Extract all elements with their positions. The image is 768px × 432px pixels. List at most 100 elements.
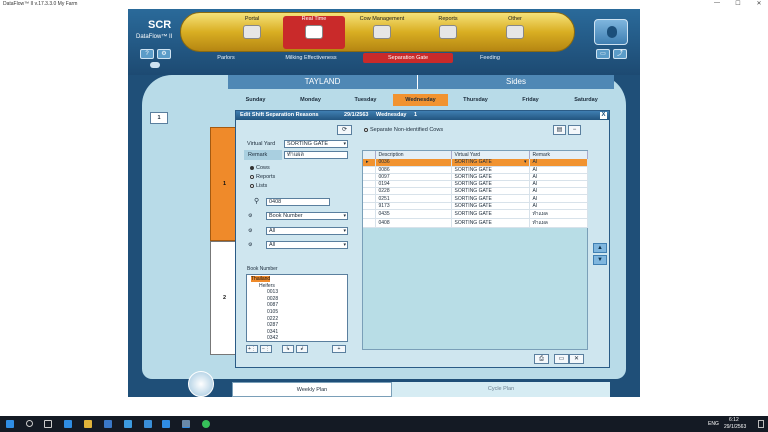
cell-virtual-yard[interactable]: SORTING GATE ▾ [451, 159, 530, 167]
line-icon[interactable] [202, 420, 210, 428]
collapse-all-button[interactable]: −⋮ [260, 345, 272, 353]
row-selector[interactable] [363, 209, 376, 219]
cell-virtual-yard[interactable]: SORTING GATE [451, 202, 530, 210]
edge-icon[interactable] [64, 420, 72, 428]
tree-node[interactable]: 0341 [267, 329, 278, 335]
minimize-button[interactable]: — [710, 0, 724, 6]
subtab-milking-effectiveness[interactable]: Milking Effectiveness [266, 53, 356, 63]
day-thursday[interactable]: Thursday [448, 94, 503, 106]
table-row[interactable]: 0435 SORTING GATE ทำแผล [363, 209, 588, 219]
page-chip[interactable]: 1 [150, 112, 168, 124]
table-row[interactable]: 0194 SORTING GATE AI [363, 180, 588, 189]
cell-description[interactable]: 0086 [375, 166, 452, 174]
row-selector[interactable] [363, 218, 376, 228]
radio-reports[interactable]: Reports [250, 174, 275, 180]
radio-cows[interactable]: Cows [250, 165, 270, 171]
cell-description[interactable]: 0036 [375, 159, 452, 167]
cell-virtual-yard[interactable]: SORTING GATE [451, 218, 530, 228]
row-selector[interactable] [363, 166, 376, 174]
shift-1-cell[interactable]: 1 [210, 127, 237, 241]
print-button[interactable]: ▭ [554, 354, 569, 364]
table-row[interactable]: 0086 SORTING GATE AI [363, 166, 588, 174]
row-selector[interactable] [363, 194, 376, 203]
tree-node[interactable]: 0287 [267, 322, 278, 328]
settings-icon[interactable]: ⚙ [157, 49, 171, 59]
cell-description[interactable]: 0228 [375, 187, 452, 196]
nav-tab-portal[interactable]: Portal [221, 16, 283, 49]
tree-node[interactable]: Thailand [251, 276, 271, 282]
row-selector[interactable] [363, 202, 376, 210]
chevron-down-icon[interactable]: ▾ [524, 159, 527, 165]
cell-description[interactable]: 0251 [375, 194, 452, 203]
expand-all-button[interactable]: +⋮ [246, 345, 258, 353]
table-row[interactable]: 0408 SORTING GATE ทำแผล [363, 218, 588, 228]
store-icon[interactable] [104, 420, 112, 428]
remove-button[interactable]: − [568, 125, 581, 135]
cell-description[interactable]: 0097 [375, 173, 452, 182]
cell-virtual-yard[interactable]: SORTING GATE [451, 209, 530, 219]
window-icon[interactable]: ▭ [596, 49, 610, 59]
search-input[interactable]: 0408 [266, 198, 330, 206]
notification-icon[interactable] [758, 420, 764, 428]
task-view-icon[interactable] [44, 420, 52, 428]
tree-node[interactable]: 0013 [267, 289, 278, 295]
cell-remark[interactable]: AI [529, 194, 588, 203]
cancel-button[interactable]: ✕ [569, 354, 584, 364]
save-button[interactable]: ⎙ [534, 354, 549, 364]
cell-virtual-yard[interactable]: SORTING GATE [451, 180, 530, 189]
mail-icon[interactable] [124, 420, 132, 428]
cell-remark[interactable]: ทำแผล [529, 218, 588, 228]
select-button[interactable]: ↳ [282, 345, 294, 353]
deselect-button[interactable]: ↲ [296, 345, 308, 353]
cell-remark[interactable]: AI [529, 166, 588, 174]
cell-virtual-yard[interactable]: SORTING GATE [451, 173, 530, 182]
refresh-button[interactable]: ⟳ [337, 125, 352, 135]
lock-button[interactable] [594, 19, 628, 45]
day-friday[interactable]: Friday [503, 94, 558, 106]
cell-remark[interactable]: AI [529, 159, 588, 167]
cell-remark[interactable]: AI [529, 180, 588, 189]
maximize-button[interactable]: ☐ [731, 0, 745, 7]
filter-select-2[interactable]: All ▾ [266, 241, 348, 249]
subtab-separation-gate[interactable]: Separation Gate [363, 53, 453, 63]
row-selector[interactable] [363, 180, 376, 189]
table-row[interactable]: 0228 SORTING GATE AI [363, 187, 588, 196]
shift-2-cell[interactable]: 2 [210, 241, 237, 355]
tree-node[interactable]: 0105 [267, 309, 278, 315]
virtual-yard-select[interactable]: SORTING GATE ▾ [284, 140, 348, 148]
help-icon[interactable]: ? [140, 49, 154, 59]
yard-sides[interactable]: Sides [418, 75, 614, 89]
cell-remark[interactable]: AI [529, 173, 588, 182]
header-remark[interactable]: Remark [529, 151, 588, 159]
nav-tab-other[interactable]: Other [484, 16, 546, 49]
table-row[interactable]: 0097 SORTING GATE AI [363, 173, 588, 182]
tab-cycle-plan[interactable]: Cycle Plan [392, 382, 610, 397]
row-selector[interactable] [363, 173, 376, 182]
day-wednesday[interactable]: Wednesday [393, 94, 448, 106]
subtab-feeding[interactable]: Feeding [460, 53, 520, 63]
teamviewer-icon[interactable] [144, 420, 152, 428]
separate-checkbox[interactable]: Separate Non-identified Cows [364, 127, 443, 133]
move-up-button[interactable]: ▲ [593, 243, 607, 253]
header-description[interactable]: Description [375, 151, 452, 159]
browser-icon[interactable] [162, 420, 170, 428]
cell-remark[interactable]: AI [529, 187, 588, 196]
table-row[interactable]: 9173 SORTING GATE AI [363, 202, 588, 210]
dialog-close-button[interactable]: X [600, 112, 607, 119]
tree-node[interactable]: 0087 [267, 302, 278, 308]
tree-node[interactable]: 0222 [267, 316, 278, 322]
cell-virtual-yard[interactable]: SORTING GATE [451, 166, 530, 174]
radio-lists[interactable]: Lists [250, 183, 267, 189]
cell-description[interactable]: 0435 [375, 209, 452, 219]
cell-remark[interactable]: ทำแผล [529, 209, 588, 219]
exit-icon[interactable]: ⤴ [613, 49, 627, 59]
filter-select-1[interactable]: All ▾ [266, 227, 348, 235]
tab-weekly-plan[interactable]: Weekly Plan [232, 382, 392, 397]
cell-remark[interactable]: AI [529, 202, 588, 210]
book-number-tree[interactable]: Thailand Heifers 0013 0028 0087 0105 0222 0287 0… [246, 274, 348, 342]
language-indicator[interactable]: ENG [708, 421, 719, 427]
add-button[interactable]: + [332, 345, 346, 353]
subtab-parlors[interactable]: Parlors [196, 53, 256, 63]
nav-tab-cow-management[interactable]: Cow Management [351, 16, 413, 49]
field-select[interactable]: Book Number ▾ [266, 212, 348, 220]
